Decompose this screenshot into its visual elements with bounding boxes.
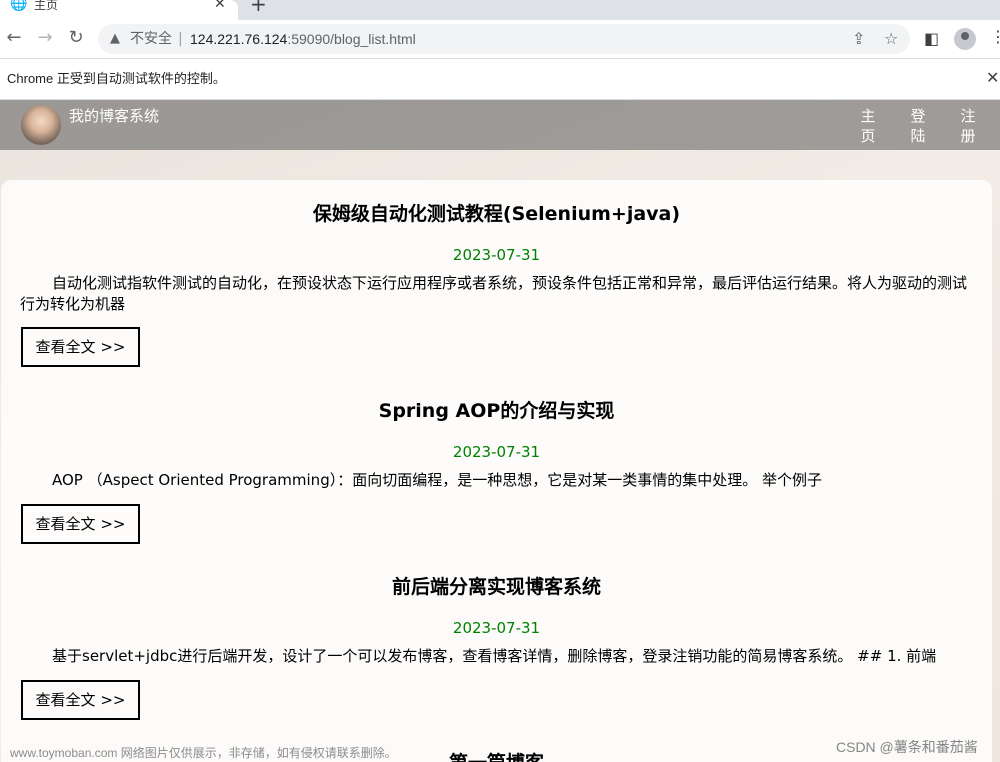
blog-desc: AOP （Aspect Oriented Programming）：面向切面编程…: [52, 471, 822, 489]
nav-link-login[interactable]: 登陆: [910, 106, 926, 146]
profile-avatar-icon[interactable]: [954, 28, 976, 50]
bookmark-star-icon[interactable]: ☆: [884, 30, 898, 48]
address-bar[interactable]: ▲ 不安全 | 124.221.76.124:59090/blog_list.h…: [98, 24, 910, 54]
blog-title: Spring AOP的介绍与实现: [378, 400, 615, 422]
view-full-button[interactable]: 查看全文 >>: [21, 327, 140, 367]
nav-link-register[interactable]: 注册: [960, 106, 976, 146]
reload-button[interactable]: ↻: [64, 26, 88, 50]
new-tab-button[interactable]: +: [250, 0, 267, 14]
blog-date: 2023-07-31: [452, 246, 541, 264]
nav-link-home[interactable]: 主页: [860, 106, 876, 146]
blog-title: 保姆级自动化测试教程(Selenium+java): [312, 203, 681, 225]
tab-home[interactable]: 🌐 主页 ✕: [0, 0, 238, 20]
view-full-button[interactable]: 查看全文 >>: [21, 504, 140, 544]
site-title: 我的博客系统: [69, 107, 160, 125]
url-host: 124.221.76.124: [190, 31, 288, 47]
warning-triangle-icon[interactable]: ▲: [110, 31, 120, 47]
infobar-close-icon[interactable]: ✕: [986, 68, 999, 88]
site-logo-avatar: [21, 105, 61, 145]
watermark-right: CSDN @薯条和番茄酱: [836, 739, 978, 755]
share-icon[interactable]: ⇪: [852, 30, 865, 48]
blog-date: 2023-07-31: [452, 619, 541, 637]
globe-icon: 🌐: [10, 0, 28, 12]
tab-strip: 🌐 主页 ✕ +: [0, 0, 1000, 20]
blog-list-container: 保姆级自动化测试教程(Selenium+java) 2023-07-31 自动化…: [1, 180, 992, 762]
tab-close-icon[interactable]: ✕: [214, 0, 226, 12]
back-button[interactable]: ←: [2, 26, 26, 50]
tab-title: 主页: [34, 0, 59, 12]
omnibox-separator: |: [178, 31, 183, 47]
blog-desc: 自动化测试指软件测试的自动化，在预设状态下运行应用程序或者系统，预设条件包括正常…: [20, 274, 968, 313]
page-viewport: 我的博客系统 主页 登陆 注册 保姆级自动化测试教程(Selenium+java…: [0, 100, 1000, 762]
infobar-message: Chrome 正受到自动测试软件的控制。: [7, 71, 226, 86]
url-text[interactable]: 124.221.76.124:59090/blog_list.html: [190, 30, 416, 48]
blog-desc: 基于servlet+jdbc进行后端开发，设计了一个可以发布博客，查看博客详情，…: [52, 647, 937, 665]
security-label[interactable]: 不安全: [130, 30, 172, 48]
blog-date: 2023-07-31: [452, 443, 541, 461]
view-full-button[interactable]: 查看全文 >>: [21, 680, 140, 720]
blog-title: 前后端分离实现博客系统: [391, 576, 601, 598]
browser-toolbar: ← → ↻ ▲ 不安全 | 124.221.76.124:59090/blog_…: [0, 20, 1000, 58]
more-menu-icon[interactable]: ⋮: [990, 28, 1000, 46]
side-panel-icon[interactable]: ◧: [924, 30, 939, 48]
url-path: :59090/blog_list.html: [287, 31, 416, 47]
automation-infobar: Chrome 正受到自动测试软件的控制。 ✕: [0, 58, 1000, 100]
forward-button[interactable]: →: [33, 26, 57, 50]
site-navbar: 我的博客系统 主页 登陆 注册: [0, 100, 1000, 150]
watermark-left: www.toymoban.com 网络图片仅供展示，非存储，如有侵权请联系删除。: [10, 746, 397, 760]
